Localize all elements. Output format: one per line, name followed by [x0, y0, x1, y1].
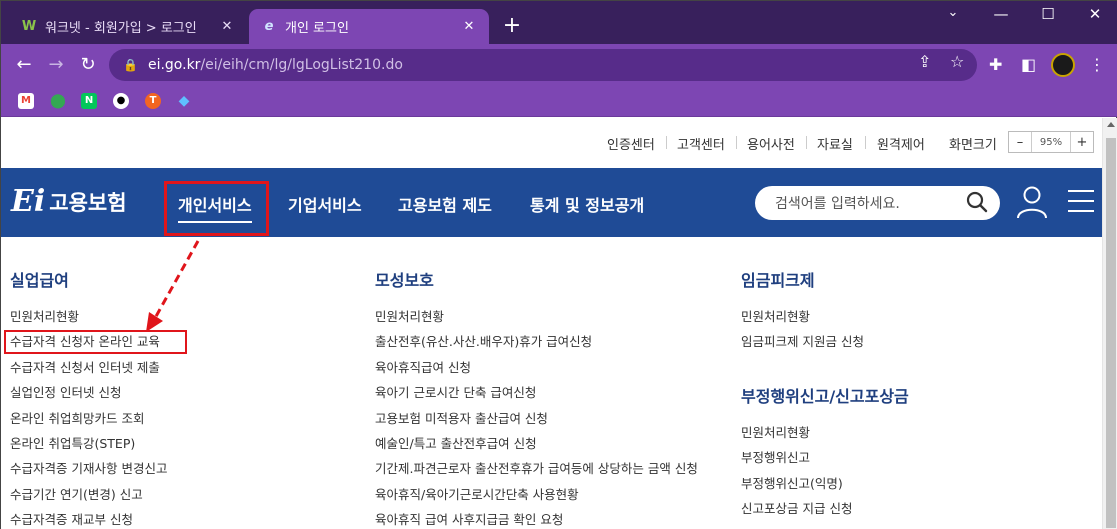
zoom-in-button[interactable]: + — [1071, 132, 1093, 152]
bookmark-star-icon[interactable]: ☆ — [950, 52, 964, 71]
list-item[interactable]: 민원처리현황 — [741, 308, 909, 333]
zoom-value: 95% — [1031, 132, 1071, 152]
close-tab-icon[interactable]: ✕ — [461, 19, 477, 34]
menu-column-maternity: 모성보호 민원처리현황 출산전후(유산.사산.배우자)휴가 급여신청 육아휴직급… — [375, 267, 698, 529]
list-item[interactable]: 출산전후(유산.사산.배우자)휴가 급여신청 — [375, 333, 698, 358]
util-link-cert[interactable]: 인증센터 — [607, 134, 655, 153]
tab-worknet[interactable]: W 워크넷 - 회원가입 > 로그인 ✕ — [9, 9, 247, 44]
util-link-glossary[interactable]: 용어사전 — [747, 134, 795, 153]
util-link-remote[interactable]: 원격제어 — [877, 134, 925, 153]
menu-insurance-system[interactable]: 고용보험 제도 — [398, 192, 492, 216]
ei-logo-icon: Ei — [11, 184, 46, 219]
zoom-label: 화면크기 — [949, 138, 997, 153]
list-item[interactable]: 민원처리현황 — [375, 308, 698, 333]
extensions-puzzle-icon[interactable]: ✚ — [989, 55, 1002, 74]
list-item[interactable]: 온라인 취업특강(STEP) — [10, 435, 167, 460]
lock-icon: 🔒 — [123, 58, 138, 72]
list-item[interactable]: 수급자격증 재교부 신청 — [10, 511, 167, 529]
list-item[interactable]: 고용보험 미적용자 출산급여 신청 — [375, 410, 698, 435]
t-icon[interactable]: T — [145, 93, 161, 109]
scroll-up-arrow-icon[interactable] — [1107, 122, 1115, 127]
address-bar[interactable]: 🔒 ei.go.kr/ei/eih/cm/lg/lgLogList210.do — [109, 49, 977, 81]
profile-avatar-icon[interactable] — [1051, 53, 1075, 77]
utility-bar: 인증센터 고객센터 용어사전 자료실 원격제어 화면크기 – 95% + — [1, 118, 1102, 168]
menu-business-service[interactable]: 기업서비스 — [288, 192, 362, 216]
list-item[interactable]: 온라인 취업희망카드 조회 — [10, 410, 167, 435]
tab-personal-login[interactable]: e 개인 로그인 ✕ — [249, 9, 489, 44]
menu-column-wage-peak: 임금피크제 민원처리현황 임금피크제 지원금 신청 부정행위신고/신고포상금 민… — [741, 267, 909, 525]
maps-icon[interactable]: ⬤ — [50, 93, 66, 109]
reload-icon[interactable]: ↻ — [75, 52, 101, 78]
zoom-control: – 95% + — [1008, 131, 1094, 153]
menu-statistics[interactable]: 통계 및 정보공개 — [530, 192, 644, 216]
diamond-icon[interactable]: ◆ — [176, 93, 192, 109]
user-icon[interactable] — [1016, 185, 1048, 219]
side-panel-icon[interactable]: ◧ — [1021, 55, 1036, 74]
list-item[interactable]: 부정행위신고(익명) — [741, 475, 909, 500]
search-input[interactable]: 검색어를 입력하세요. — [755, 186, 1000, 220]
bookmarks-bar: M ⬤ N ● T ◆ — [1, 85, 1117, 117]
divider — [806, 136, 807, 149]
menu-column-unemployment: 실업급여 민원처리현황 수급자격 신청자 온라인 교육 수급자격 신청서 인터넷… — [10, 267, 167, 529]
close-tab-icon[interactable]: ✕ — [219, 19, 235, 34]
list-item[interactable]: 수급자격증 기재사항 변경신고 — [10, 460, 167, 485]
util-link-support[interactable]: 고객센터 — [677, 134, 725, 153]
column-heading: 임금피크제 — [741, 271, 815, 290]
divider — [736, 136, 737, 149]
more-menu-icon[interactable]: ⋮ — [1089, 55, 1105, 74]
list-item[interactable]: 신고포상금 지급 신청 — [741, 500, 909, 525]
close-window-button[interactable]: ✕ — [1075, 5, 1115, 23]
web-page: 인증센터 고객센터 용어사전 자료실 원격제어 화면크기 – 95% + Ei … — [1, 118, 1102, 529]
share-icon[interactable]: ⇪ — [918, 52, 931, 71]
divider — [666, 136, 667, 149]
site-logo[interactable]: Ei 고용보험 — [11, 184, 127, 219]
column-heading: 실업급여 — [10, 271, 69, 290]
column-heading: 모성보호 — [375, 271, 434, 290]
highlight-box-personal-service — [164, 181, 269, 236]
list-item[interactable]: 민원처리현황 — [741, 424, 909, 449]
tab-search-icon[interactable]: ⌄ — [933, 5, 973, 20]
hamburger-menu-icon[interactable] — [1068, 190, 1094, 214]
highlight-box-online-education — [4, 330, 187, 354]
back-arrow-icon[interactable]: ← — [11, 52, 37, 78]
list-item[interactable]: 육아휴직 급여 사후지급금 확인 요청 — [375, 511, 698, 529]
list-item[interactable]: 육아휴직/육아기근로시간단축 사용현황 — [375, 486, 698, 511]
forward-arrow-icon[interactable]: → — [43, 52, 69, 78]
panda-icon[interactable]: ● — [113, 93, 129, 109]
naver-icon[interactable]: N — [81, 93, 97, 109]
tab-strip: W 워크넷 - 회원가입 > 로그인 ✕ e 개인 로그인 ✕ + ⌄ — ☐ … — [1, 1, 1117, 44]
search-icon[interactable] — [966, 191, 988, 213]
list-item[interactable]: 육아기 근로시간 단축 급여신청 — [375, 384, 698, 409]
list-item[interactable]: 수급자격 신청서 인터넷 제출 — [10, 359, 167, 384]
divider — [865, 136, 866, 149]
url-host: ei.go.kr — [147, 57, 201, 73]
list-item[interactable]: 육아휴직급여 신청 — [375, 359, 698, 384]
list-item[interactable]: 기간제.파견근로자 출산전후휴가 급여등에 상당하는 금액 신청 — [375, 460, 698, 485]
list-item[interactable]: 예술인/특고 출산전후급여 신청 — [375, 435, 698, 460]
search-placeholder: 검색어를 입력하세요. — [775, 196, 900, 212]
list-item[interactable]: 실업인정 인터넷 신청 — [10, 384, 167, 409]
worknet-favicon-icon: W — [21, 19, 37, 34]
minimize-button[interactable]: — — [981, 5, 1021, 23]
browser-toolbar: ← → ↻ 🔒 ei.go.kr/ei/eih/cm/lg/lgLogList2… — [1, 44, 1117, 85]
tab-title: 워크넷 - 회원가입 > 로그인 — [45, 21, 197, 36]
logo-text: 고용보험 — [49, 190, 127, 215]
url-path: /ei/eih/cm/lg/lgLogList210.do — [200, 57, 403, 73]
new-tab-button[interactable]: + — [499, 13, 525, 39]
util-link-library[interactable]: 자료실 — [817, 134, 853, 153]
list-item[interactable]: 부정행위신고 — [741, 449, 909, 474]
list-item[interactable]: 임금피크제 지원금 신청 — [741, 333, 909, 358]
ei-favicon-icon: e — [264, 19, 274, 34]
gmail-icon[interactable]: M — [18, 93, 34, 109]
scroll-thumb[interactable] — [1106, 138, 1116, 528]
list-item[interactable]: 수급기간 연기(변경) 신고 — [10, 486, 167, 511]
page-scrollbar[interactable] — [1102, 118, 1117, 529]
tab-title: 개인 로그인 — [285, 21, 349, 36]
zoom-out-button[interactable]: – — [1009, 132, 1031, 152]
column-subheading: 부정행위신고/신고포상금 — [741, 386, 909, 406]
maximize-button[interactable]: ☐ — [1028, 5, 1068, 23]
